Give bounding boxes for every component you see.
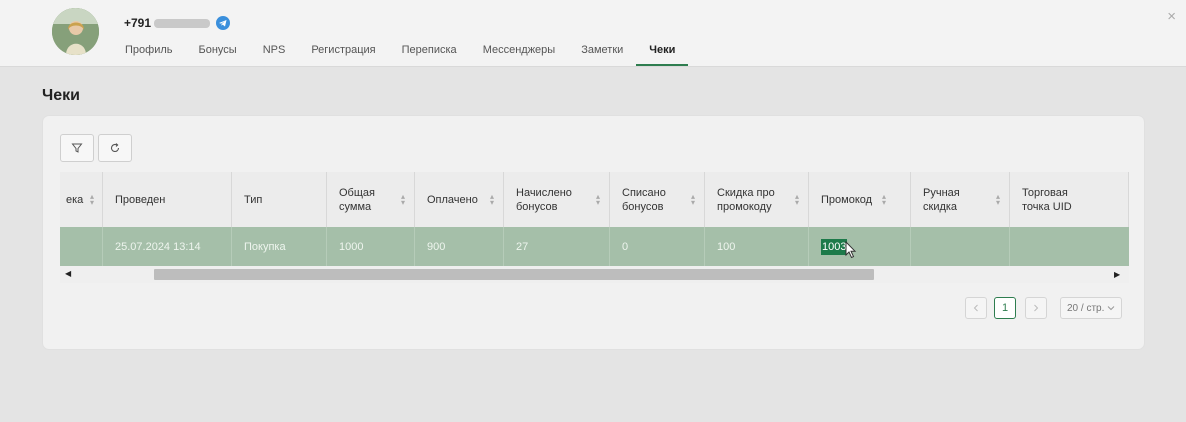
horizontal-scrollbar[interactable]: ◀ xyxy=(60,266,1129,283)
cell-paid: 900 xyxy=(415,227,504,266)
column-header-promo-discount[interactable]: Скидка про промокоду ▴ ▾ xyxy=(705,172,809,227)
phone-number: +791 xyxy=(124,16,211,30)
column-header-receipt-number[interactable]: ека ▴ ▾ xyxy=(60,172,103,227)
sort-icon[interactable]: ▴ ▾ xyxy=(882,192,886,206)
tab-profile[interactable]: Профиль xyxy=(112,36,186,66)
cell-bonuses-written-off: 0 xyxy=(610,227,705,266)
column-header-store-uid[interactable]: Торговая точка UID xyxy=(1010,172,1129,227)
pagination: 1 20 / стр. xyxy=(965,296,1123,320)
cell-bonuses-accrued: 27 xyxy=(504,227,610,266)
tab-registration[interactable]: Регистрация xyxy=(298,36,388,66)
cell-store-uid xyxy=(1010,227,1129,266)
mouse-cursor-icon xyxy=(845,241,857,259)
cell-type: Покупка xyxy=(232,227,327,266)
sort-icon[interactable]: ▴ ▾ xyxy=(996,192,1000,206)
chevron-left-icon[interactable]: ◀ xyxy=(65,269,71,278)
promocode-selected-text[interactable]: 1003 xyxy=(821,238,848,255)
column-label: ека xyxy=(66,193,84,206)
filter-icon xyxy=(71,143,83,153)
receipts-card: ека ▴ ▾ Проведен Тип Общая сумма ▴ ▾ Оплачен… xyxy=(43,116,1144,349)
refresh-button[interactable] xyxy=(98,134,132,162)
column-label: Ручная скидка xyxy=(923,186,960,213)
column-label: Списано бонусов xyxy=(622,186,666,213)
receipts-table: ека ▴ ▾ Проведен Тип Общая сумма ▴ ▾ Оплачен… xyxy=(60,172,1129,283)
column-header-type[interactable]: Тип xyxy=(232,172,327,227)
column-label: Проведен xyxy=(115,193,166,206)
table-row[interactable]: 25.07.2024 13:14 Покупка 1000 900 27 0 1… xyxy=(60,227,1129,266)
cell-posted: 25.07.2024 13:14 xyxy=(103,227,232,266)
tab-receipts[interactable]: Чеки xyxy=(636,36,689,66)
chevron-down-icon xyxy=(1108,306,1115,311)
sort-icon[interactable]: ▴ ▾ xyxy=(490,192,494,206)
column-label: Торговая точка UID xyxy=(1022,186,1072,213)
next-page-button[interactable] xyxy=(1025,297,1047,319)
sort-icon[interactable]: ▴ ▾ xyxy=(401,192,405,206)
tab-bonuses[interactable]: Бонусы xyxy=(186,36,250,66)
tab-correspondence[interactable]: Переписка xyxy=(389,36,470,66)
phone-number-visible: +791 xyxy=(124,16,152,30)
column-label: Оплачено xyxy=(427,193,478,206)
profile-header: +791 Профиль Бонусы NPS Регистрация Пере… xyxy=(0,0,1186,67)
tab-messengers[interactable]: Мессенджеры xyxy=(470,36,569,66)
prev-page-button[interactable] xyxy=(965,297,987,319)
chevron-left-icon xyxy=(973,304,978,312)
column-header-manual-discount[interactable]: Ручная скидка ▴ ▾ xyxy=(911,172,1010,227)
sort-icon[interactable]: ▴ ▾ xyxy=(795,192,799,206)
page-title: Чеки xyxy=(42,87,80,104)
page-size-value: 20 / стр. xyxy=(1067,302,1105,314)
column-label: Начислено бонусов xyxy=(516,186,572,213)
sort-icon[interactable]: ▴ ▾ xyxy=(691,192,695,206)
cell-receipt-number xyxy=(60,227,103,266)
column-label: Промокод xyxy=(821,193,873,206)
table-header-row: ека ▴ ▾ Проведен Тип Общая сумма ▴ ▾ Оплачен… xyxy=(60,172,1129,228)
cell-promo-discount: 100 xyxy=(705,227,809,266)
close-icon[interactable]: × xyxy=(1167,8,1176,25)
page-number-current[interactable]: 1 xyxy=(994,297,1016,319)
avatar xyxy=(52,8,99,55)
column-header-bonuses-written-off[interactable]: Списано бонусов ▴ ▾ xyxy=(610,172,705,227)
phone-number-redacted xyxy=(154,18,211,28)
column-label: Скидка про промокоду xyxy=(717,186,775,213)
column-header-bonuses-accrued[interactable]: Начислено бонусов ▴ ▾ xyxy=(504,172,610,227)
column-header-total[interactable]: Общая сумма ▴ ▾ xyxy=(327,172,415,227)
sort-icon[interactable]: ▴ ▾ xyxy=(596,192,600,206)
tab-notes[interactable]: Заметки xyxy=(568,36,636,66)
tab-nps[interactable]: NPS xyxy=(250,36,299,66)
column-label: Тип xyxy=(244,193,263,206)
page-size-select[interactable]: 20 / стр. xyxy=(1060,297,1123,319)
column-label: Общая сумма xyxy=(339,186,375,213)
column-header-paid[interactable]: Оплачено ▴ ▾ xyxy=(415,172,504,227)
scrollbar-thumb[interactable] xyxy=(154,269,874,280)
telegram-icon[interactable] xyxy=(216,16,230,30)
column-header-promocode[interactable]: Промокод ▴ ▾ xyxy=(809,172,911,227)
cell-promocode[interactable]: 1003 xyxy=(809,227,911,266)
chevron-right-icon xyxy=(1034,304,1039,312)
filter-button[interactable] xyxy=(60,134,94,162)
sort-icon[interactable]: ▴ ▾ xyxy=(90,192,94,206)
profile-tabs: Профиль Бонусы NPS Регистрация Переписка… xyxy=(112,36,689,66)
cell-total: 1000 xyxy=(327,227,415,266)
refresh-icon xyxy=(110,143,120,152)
chevron-right-icon[interactable]: ▶ xyxy=(1114,270,1120,279)
column-header-posted[interactable]: Проведен xyxy=(103,172,232,227)
cell-manual-discount xyxy=(911,227,1010,266)
